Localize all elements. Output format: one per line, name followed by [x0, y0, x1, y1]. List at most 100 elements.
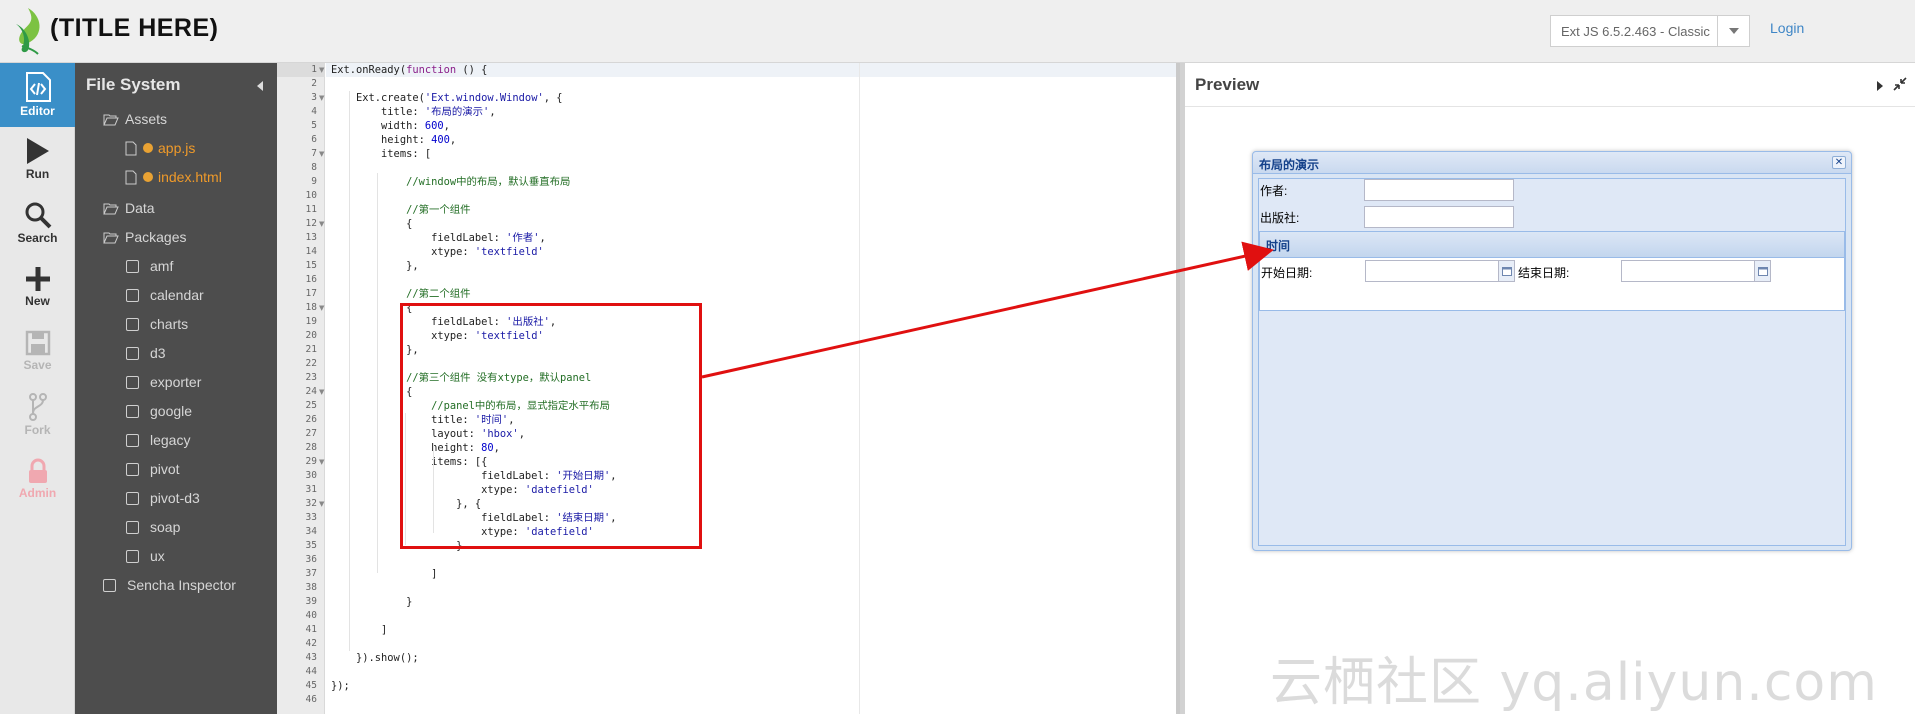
tree-package-legacy[interactable]: legacy	[126, 429, 190, 451]
start-date-field[interactable]	[1365, 260, 1515, 282]
line-number: 20	[305, 330, 317, 341]
new-button-label: New	[25, 294, 50, 308]
version-select[interactable]: Ext JS 6.5.2.463 - Classic	[1550, 15, 1750, 47]
checkbox[interactable]	[126, 549, 139, 563]
preview-header: Preview	[1185, 63, 1915, 107]
line-number: 25	[305, 400, 317, 411]
fold-toggle-icon[interactable]: ▼	[319, 385, 324, 399]
time-panel-header: 时间	[1260, 232, 1844, 258]
file-icon	[125, 170, 137, 185]
line-number: 3	[311, 92, 317, 103]
tree-folder-data[interactable]: Data	[103, 197, 155, 219]
collapse-arrow-icon[interactable]	[257, 81, 263, 91]
run-button[interactable]: Run	[0, 127, 75, 191]
fold-toggle-icon[interactable]: ▼	[319, 217, 324, 231]
tree-file-label: index.html	[158, 169, 222, 185]
fold-toggle-icon[interactable]: ▼	[319, 455, 324, 469]
end-date-field[interactable]	[1621, 260, 1771, 282]
search-button-label: Search	[17, 231, 58, 245]
line-number: 42	[305, 638, 317, 649]
tree-folder-packages[interactable]: Packages	[103, 226, 186, 248]
tree-package-pivot[interactable]: pivot	[126, 458, 180, 480]
line-number: 43	[305, 652, 317, 663]
line-number: 11	[305, 204, 317, 215]
tree-item-sencha-inspector[interactable]: Sencha Inspector	[103, 574, 236, 596]
search-button[interactable]: Search	[0, 191, 75, 255]
checkbox[interactable]	[126, 288, 139, 302]
start-date-label: 开始日期:	[1261, 266, 1313, 280]
code-line: title: '布局的演示',	[331, 106, 496, 118]
publisher-field-label: 出版社:	[1260, 211, 1300, 225]
checkbox[interactable]	[126, 259, 139, 273]
editor-button[interactable]: Editor	[0, 63, 75, 127]
fold-toggle-icon[interactable]: ▼	[319, 91, 324, 105]
checkbox[interactable]	[126, 491, 139, 505]
tree-folder-label: Packages	[125, 229, 187, 245]
code-line: //第二个组件	[331, 288, 471, 300]
save-button[interactable]: Save	[0, 319, 75, 383]
tree-package-amf[interactable]: amf	[126, 255, 173, 277]
tree-package-label: calendar	[150, 287, 204, 303]
modified-dot-icon	[143, 143, 153, 153]
tree-package-calendar[interactable]: calendar	[126, 284, 204, 306]
checkbox[interactable]	[126, 433, 139, 447]
new-button[interactable]: New	[0, 255, 75, 319]
publisher-field[interactable]	[1364, 206, 1514, 228]
login-link[interactable]: Login	[1770, 20, 1804, 36]
branch-icon	[28, 393, 47, 421]
line-number: 32	[305, 498, 317, 509]
checkbox[interactable]	[126, 462, 139, 476]
play-icon	[26, 138, 49, 164]
tree-package-d3[interactable]: d3	[126, 342, 166, 364]
tree-package-ux[interactable]: ux	[126, 545, 165, 567]
tree-folder-label: Assets	[125, 111, 168, 127]
fold-toggle-icon[interactable]: ▼	[319, 301, 324, 315]
fold-toggle-icon[interactable]: ▼	[319, 497, 324, 511]
tree-package-charts[interactable]: charts	[126, 313, 188, 335]
end-date-label: 结束日期:	[1518, 266, 1570, 280]
chevron-down-icon[interactable]	[1717, 16, 1749, 46]
shrink-icon[interactable]	[1893, 77, 1907, 91]
tree-file-appjs[interactable]: app.js	[125, 137, 195, 159]
line-number: 29	[305, 456, 317, 467]
tree-package-label: google	[150, 403, 193, 419]
fold-toggle-icon[interactable]: ▼	[319, 147, 324, 161]
tree-package-exporter[interactable]: exporter	[126, 371, 201, 393]
calendar-icon[interactable]	[1754, 260, 1771, 282]
checkbox[interactable]	[126, 375, 139, 389]
checkbox[interactable]	[126, 520, 139, 534]
play-icon[interactable]	[1877, 81, 1883, 91]
author-field[interactable]	[1364, 179, 1514, 201]
tree-file-indexhtml[interactable]: index.html	[125, 166, 222, 188]
line-number: 21	[305, 344, 317, 355]
line-number: 33	[305, 512, 317, 523]
checkbox[interactable]	[126, 346, 139, 360]
file-tree-panel: File System Assets app.js index.html Dat…	[75, 63, 277, 714]
modified-dot-icon	[143, 172, 153, 182]
tree-package-google[interactable]: google	[126, 400, 192, 422]
line-number: 44	[305, 666, 317, 677]
code-line: Ext.create('Ext.window.Window', {	[331, 92, 563, 104]
tree-package-pivot-d3[interactable]: pivot-d3	[126, 487, 200, 509]
line-number: 27	[305, 428, 317, 439]
checkbox[interactable]	[126, 404, 139, 418]
line-number: 1	[311, 64, 317, 75]
tree-package-soap[interactable]: soap	[126, 516, 180, 538]
fork-button[interactable]: Fork	[0, 383, 75, 447]
close-icon[interactable]: ✕	[1832, 156, 1846, 169]
line-number: 2	[311, 78, 317, 89]
tree-folder-assets[interactable]: Assets	[103, 108, 167, 130]
indent-guide	[377, 173, 378, 573]
ext-window-body: 作者: 出版社: 时间 开始日期: 结束日期:	[1258, 178, 1846, 546]
ext-window-header[interactable]: 布局的演示 ✕	[1253, 152, 1851, 174]
fold-toggle-icon[interactable]: ▼	[319, 63, 324, 77]
file-icon	[125, 141, 137, 156]
checkbox[interactable]	[126, 317, 139, 331]
calendar-icon[interactable]	[1498, 260, 1515, 282]
tree-package-label: pivot-d3	[150, 490, 200, 506]
line-number: 4	[311, 106, 317, 117]
checkbox[interactable]	[103, 578, 116, 592]
admin-button[interactable]: Admin	[0, 447, 75, 511]
code-line: xtype: 'textfield'	[331, 246, 544, 258]
tree-package-label: amf	[150, 258, 174, 274]
